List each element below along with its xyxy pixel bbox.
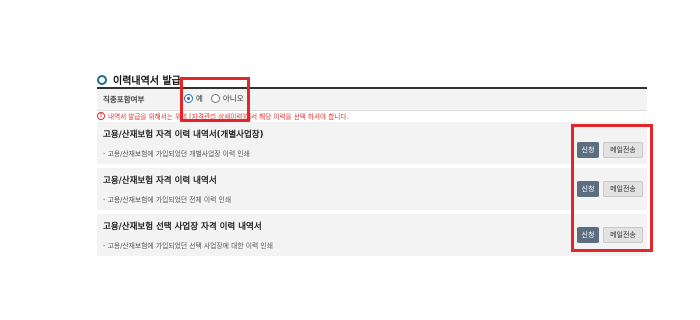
section-header: 이력내역서 발급 — [97, 72, 181, 87]
card-all-history: 고용/산재보험 자격 이력 내역서 - 고용/산재보험에 가입되었던 전체 이력… — [97, 168, 647, 210]
card-selected-workplace: 고용/산재보험 선택 사업장 자격 이력 내역서 - 고용/산재보험에 가입되었… — [97, 214, 647, 256]
highlight-box-radio — [180, 77, 250, 122]
bullet-icon — [97, 74, 107, 85]
exclamation-icon: ! — [97, 112, 105, 120]
card-description: - 고용/산재보험에 가입되었던 선택 사업장에 대한 이력 인쇄 — [103, 242, 273, 250]
card-title: 고용/산재보험 자격 이력 내역서 — [103, 176, 217, 186]
card-individual-workplace: 고용/산재보험 자격 이력 내역서(개별사업장) - 고용/산재보험에 가입되었… — [97, 122, 647, 164]
section-title: 이력내역서 발급 — [113, 76, 181, 87]
card-description: - 고용/산재보험에 가입되었던 전체 이력 인쇄 — [103, 196, 232, 204]
card-title: 고용/산재보험 선택 사업장 자격 이력 내역서 — [103, 222, 262, 232]
card-title: 고용/산재보험 자격 이력 내역서(개별사업장) — [103, 130, 264, 140]
card-description: - 고용/산재보험에 가입되었던 개별사업장 이력 인쇄 — [103, 150, 250, 158]
highlight-box-buttons — [571, 124, 653, 252]
include-job-type-label: 직종포함여부 — [103, 95, 145, 104]
